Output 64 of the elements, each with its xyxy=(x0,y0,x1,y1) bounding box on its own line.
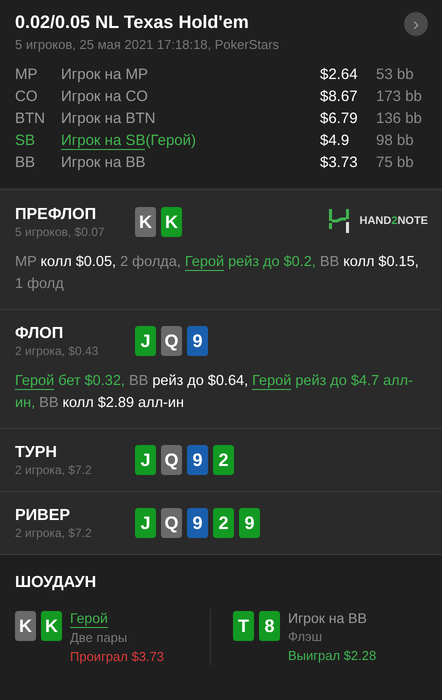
hand-rank: Флэш xyxy=(288,628,322,646)
player-name: Игрок на BTN xyxy=(61,110,156,127)
playing-card: 2 xyxy=(213,445,234,475)
playing-card: 9 xyxy=(187,445,208,475)
hand-title: 0.02/0.05 NL Texas Hold'em xyxy=(15,11,250,34)
next-button[interactable]: › xyxy=(404,12,428,36)
player-bb: 98 bb xyxy=(376,131,415,151)
playing-card: 9 xyxy=(239,508,260,538)
player-position: CO xyxy=(15,87,38,107)
player-name: Игрок на BB xyxy=(288,609,367,627)
street-info: 2 игрока, $7.2 xyxy=(15,463,93,477)
playing-card: K xyxy=(161,207,182,237)
playing-card: J xyxy=(135,445,156,475)
playing-card: Q xyxy=(161,326,182,356)
player-bb: 136 bb xyxy=(376,109,423,129)
player-position: BTN xyxy=(15,109,46,129)
player-name: Игрок на MP xyxy=(61,66,148,83)
action-log: MP колл $0.05, 2 фолда, Герой рейз до $0.2, BB колл $0.15, 1 фолд xyxy=(15,253,420,294)
playing-card: Q xyxy=(161,508,182,538)
hand-subtitle: 5 игроков, 25 мая 2021 17:18:18, PokerStars xyxy=(15,37,280,52)
playing-card: K xyxy=(15,611,36,641)
playing-card: J xyxy=(135,508,156,538)
street-info: 2 игрока, $7.2 xyxy=(15,526,93,540)
hero-link[interactable]: Герой xyxy=(15,373,54,390)
playing-card: 2 xyxy=(213,508,234,538)
action-log: Герой бет $0.32, BB рейз до $0.64, Герой рейз до $4.7 алл-ин, BB колл $2.89 алл-ин xyxy=(15,372,414,413)
result-text: Выиграл $2.28 xyxy=(288,647,376,665)
street-info: 2 игрока, $0.43 xyxy=(15,344,100,358)
showdown-title: ШОУДАУН xyxy=(15,573,98,593)
result-text: Проиграл $3.73 xyxy=(70,648,164,666)
player-stack: $2.64 xyxy=(320,65,359,85)
player-bb: 75 bb xyxy=(376,153,415,173)
player-position: BB xyxy=(15,153,36,173)
street-name: ПРЕФЛОП xyxy=(15,205,98,225)
playing-card: 9 xyxy=(187,326,208,356)
playing-card: K xyxy=(41,611,62,641)
playing-card: K xyxy=(135,207,156,237)
logo-text: HAND2NOTE xyxy=(360,215,428,227)
player-bb: 53 bb xyxy=(376,65,415,85)
player-name: Игрок на BB xyxy=(61,154,146,171)
player-stack: $6.79 xyxy=(320,109,359,129)
playing-card: T xyxy=(233,611,254,641)
hand-rank: Две пары xyxy=(70,629,128,647)
logo-icon xyxy=(328,209,350,233)
player-stack: $4.9 xyxy=(320,131,350,151)
hero-link[interactable]: Герой xyxy=(184,254,224,271)
street-name: ТУРН xyxy=(15,443,58,463)
player-name[interactable]: Игрок на SB xyxy=(61,132,146,150)
street-name: РИВЕР xyxy=(15,506,72,526)
player-bb: 173 bb xyxy=(376,87,423,107)
player-position: MP xyxy=(15,65,38,85)
playing-card: Q xyxy=(161,445,182,475)
player-stack: $8.67 xyxy=(320,87,359,107)
playing-card: 8 xyxy=(259,611,280,641)
hero-link[interactable]: Герой xyxy=(252,373,292,390)
playing-card: J xyxy=(135,326,156,356)
player-stack: $3.73 xyxy=(320,153,359,173)
player-name: Игрок на CO xyxy=(61,88,148,105)
street-name: ФЛОП xyxy=(15,324,64,344)
street-info: 5 игроков, $0.07 xyxy=(15,225,106,239)
player-position: SB xyxy=(15,131,36,151)
player-name[interactable]: Герой xyxy=(70,609,108,628)
playing-card: 9 xyxy=(187,508,208,538)
hero-tag: (Герой) xyxy=(145,132,196,149)
